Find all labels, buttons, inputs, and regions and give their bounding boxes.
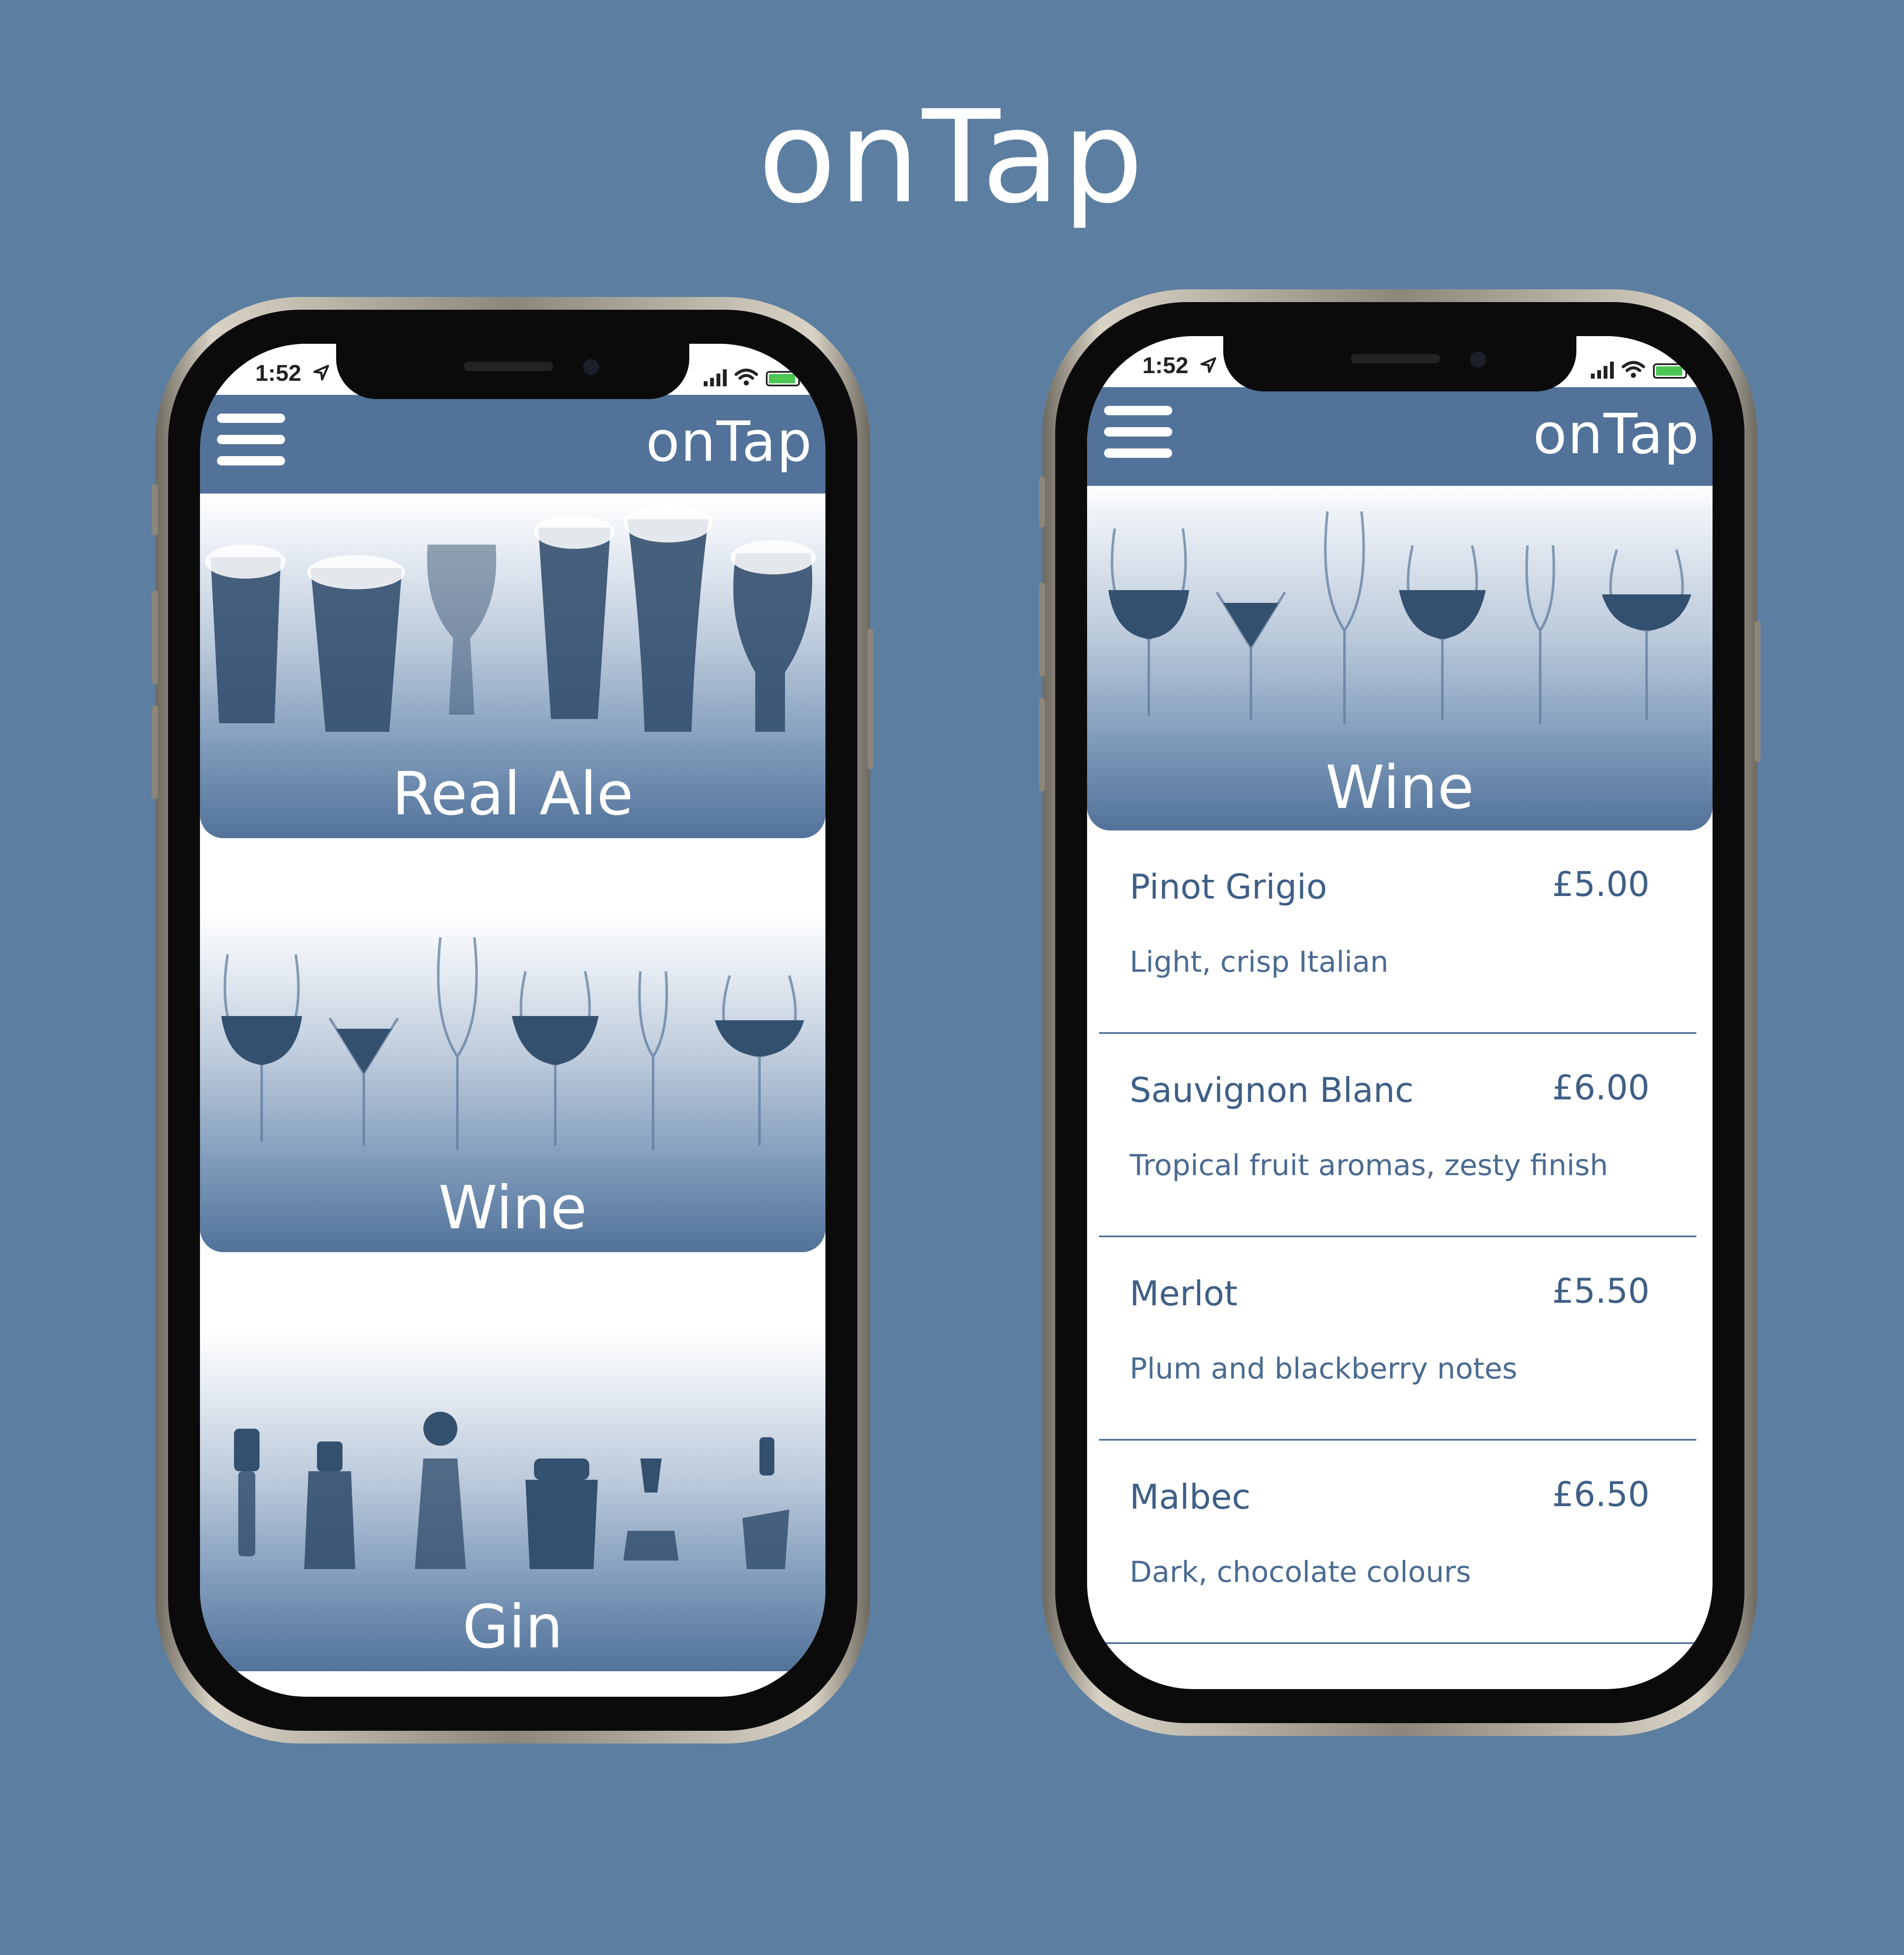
category-label: Real Ale xyxy=(392,759,634,829)
wine-description: Plum and blackberry notes xyxy=(1130,1352,1518,1386)
list-item[interactable]: Malbec £6.50 Dark, chocolate colours xyxy=(1099,1441,1696,1644)
status-icons xyxy=(1591,353,1690,379)
wine-description: Dark, chocolate colours xyxy=(1130,1555,1471,1589)
category-card-wine[interactable]: Wine xyxy=(200,912,825,1252)
location-arrow-icon xyxy=(313,365,329,381)
wine-price: £6.00 xyxy=(1552,1068,1650,1107)
notch xyxy=(1223,336,1576,391)
signal-icon xyxy=(704,368,727,386)
phone-wine-list: 1:52 onTap Wine Pinot Grigio £5.00 Light… xyxy=(1039,289,1761,1736)
list-item[interactable]: Pinot Grigio £5.00 Light, crisp Italian xyxy=(1099,831,1696,1034)
power-button xyxy=(1755,621,1761,762)
app-header: onTap xyxy=(1087,387,1713,486)
wine-glasses-illustration xyxy=(1108,511,1691,724)
wine-price: £5.50 xyxy=(1552,1271,1650,1311)
app-header: onTap xyxy=(200,395,825,494)
wifi-icon xyxy=(1621,361,1645,378)
volume-down-button xyxy=(1039,698,1045,791)
wine-name: Merlot xyxy=(1130,1274,1238,1313)
battery-icon xyxy=(766,371,802,386)
phone-categories: 1:52 onTap Real Ale Wine Gin xyxy=(152,297,873,1744)
volume-up-button xyxy=(152,591,158,684)
wine-description: Tropical fruit aromas, zesty finish xyxy=(1130,1149,1608,1182)
wine-name: Malbec xyxy=(1130,1477,1251,1517)
wine-name: Pinot Grigio xyxy=(1130,867,1327,907)
phone-bezel: 1:52 onTap xyxy=(168,310,857,1731)
list-item[interactable]: Merlot £5.50 Plum and blackberry notes xyxy=(1099,1237,1696,1441)
signal-icon xyxy=(1591,360,1614,379)
battery-icon xyxy=(1653,363,1690,379)
mute-switch xyxy=(1039,477,1045,528)
notch xyxy=(336,344,689,399)
category-label: Gin xyxy=(462,1593,563,1662)
wine-price: £6.50 xyxy=(1552,1475,1650,1514)
hamburger-menu-icon[interactable] xyxy=(217,408,285,471)
wine-glasses-illustration xyxy=(221,937,804,1150)
phone-screen: 1:52 onTap xyxy=(1087,336,1713,1689)
page-title: onTap xyxy=(758,83,1146,231)
location-arrow-icon xyxy=(1200,357,1216,373)
category-label: Wine xyxy=(438,1173,587,1243)
category-card-real-ale[interactable]: Real Ale xyxy=(200,494,825,838)
volume-down-button xyxy=(152,705,158,799)
status-time: 1:52 xyxy=(255,360,302,386)
status-time: 1:52 xyxy=(1142,353,1189,378)
list-item[interactable]: Sauvignon Blanc £6.00 Tropical fruit aro… xyxy=(1099,1034,1696,1237)
wine-list: Pinot Grigio £5.00 Light, crisp Italian … xyxy=(1087,831,1713,1644)
beer-glasses-illustration xyxy=(205,504,816,732)
header-logo: onTap xyxy=(1533,402,1700,466)
header-logo: onTap xyxy=(645,409,813,474)
mute-switch xyxy=(152,484,158,535)
volume-up-button xyxy=(1039,583,1045,676)
wine-hero-banner: Wine xyxy=(1087,486,1713,831)
wine-price: £5.00 xyxy=(1552,865,1650,904)
wifi-icon xyxy=(734,368,758,385)
hero-label: Wine xyxy=(1325,753,1474,822)
hamburger-menu-icon[interactable] xyxy=(1104,400,1172,464)
wine-description: Light, crisp Italian xyxy=(1130,945,1389,979)
phone-bezel: 1:52 onTap xyxy=(1055,302,1744,1723)
gin-bottles-illustration xyxy=(234,1412,789,1569)
category-card-gin[interactable]: Gin xyxy=(200,1331,825,1671)
status-icons xyxy=(704,361,802,386)
wine-name: Sauvignon Blanc xyxy=(1130,1070,1414,1110)
power-button xyxy=(868,629,873,769)
phone-screen: 1:52 onTap xyxy=(200,344,825,1697)
